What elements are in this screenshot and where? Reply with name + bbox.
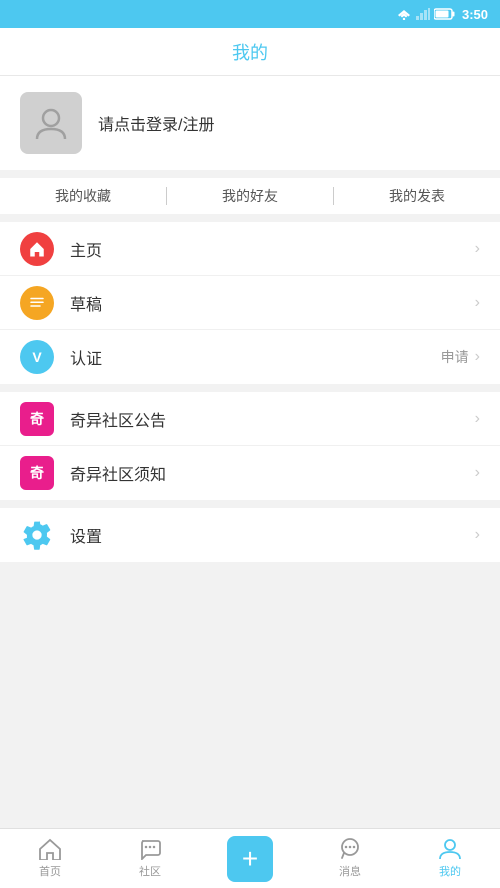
verify-icon-bg: V — [20, 340, 54, 374]
nav-mine-label: 我的 — [439, 863, 461, 879]
rules-icon-letter: 奇 — [30, 463, 44, 483]
bottom-nav: 首页 社区 + 消息 我的 — [0, 828, 500, 888]
nav-item-community[interactable]: 社区 — [100, 829, 200, 888]
menu-item-verify[interactable]: V 认证 申请 › — [0, 330, 500, 384]
nav-item-add[interactable]: + — [200, 829, 300, 888]
tab-friends[interactable]: 我的好友 — [167, 178, 333, 214]
nav-home-icon — [38, 838, 62, 860]
profile-section[interactable]: 请点击登录/注册 — [0, 76, 500, 178]
notice-icon-letter: 奇 — [30, 409, 44, 429]
menu-section-2: 奇 奇异社区公告 › 奇 奇异社区须知 › — [0, 392, 500, 500]
nav-community-icon — [138, 838, 162, 860]
menu-item-draft[interactable]: 草稿 › — [0, 276, 500, 330]
notice-label: 奇异社区公告 — [70, 407, 475, 431]
header: 我的 — [0, 28, 500, 76]
add-button[interactable]: + — [227, 836, 273, 882]
menu-section-1: 主页 › 草稿 › V 认证 申请 › — [0, 222, 500, 384]
nav-messages-label: 消息 — [339, 863, 361, 879]
tabs-row: 我的收藏 我的好友 我的发表 — [0, 178, 500, 222]
home-arrow: › — [475, 240, 480, 258]
home-icon-bg — [20, 232, 54, 266]
status-bar: 3:50 — [0, 0, 500, 28]
nav-item-mine[interactable]: 我的 — [400, 829, 500, 888]
avatar — [20, 92, 82, 154]
add-icon: + — [242, 845, 258, 873]
verify-arrow: › — [475, 348, 480, 366]
avatar-icon — [33, 105, 69, 141]
rules-arrow: › — [475, 464, 480, 482]
home-icon — [28, 240, 46, 258]
nav-item-home[interactable]: 首页 — [0, 829, 100, 888]
settings-arrow: › — [475, 526, 480, 544]
draft-arrow: › — [475, 294, 480, 312]
draft-icon-bg — [20, 286, 54, 320]
tab-favorites[interactable]: 我的收藏 — [0, 178, 166, 214]
draft-icon — [28, 294, 46, 312]
status-time: 3:50 — [462, 7, 488, 22]
nav-mine-icon — [438, 838, 462, 860]
settings-icon-bg — [20, 518, 54, 552]
verify-label: 认证 — [70, 345, 441, 369]
notice-arrow: › — [475, 410, 480, 428]
rules-icon-bg: 奇 — [20, 456, 54, 490]
nav-home-label: 首页 — [39, 863, 61, 879]
draft-label: 草稿 — [70, 291, 475, 315]
menu-item-home[interactable]: 主页 › — [0, 222, 500, 276]
settings-label: 设置 — [70, 523, 475, 547]
login-prompt[interactable]: 请点击登录/注册 — [98, 111, 214, 135]
menu-item-rules[interactable]: 奇 奇异社区须知 › — [0, 446, 500, 500]
notice-icon-bg: 奇 — [20, 402, 54, 436]
battery-icon — [434, 8, 456, 20]
settings-icon — [21, 519, 53, 551]
verify-badge: 申请 — [441, 347, 469, 367]
status-icons — [396, 8, 456, 20]
tab-posts[interactable]: 我的发表 — [334, 178, 500, 214]
menu-item-notice[interactable]: 奇 奇异社区公告 › — [0, 392, 500, 446]
rules-label: 奇异社区须知 — [70, 461, 475, 485]
nav-community-label: 社区 — [139, 863, 161, 879]
menu-item-settings[interactable]: 设置 › — [0, 508, 500, 562]
verify-icon-letter: V — [32, 349, 41, 365]
menu-section-3: 设置 › — [0, 508, 500, 562]
nav-item-messages[interactable]: 消息 — [300, 829, 400, 888]
signal-icon — [416, 8, 430, 20]
page-title: 我的 — [232, 39, 268, 65]
wifi-icon — [396, 8, 412, 20]
home-label: 主页 — [70, 237, 475, 261]
nav-messages-icon — [338, 838, 362, 860]
